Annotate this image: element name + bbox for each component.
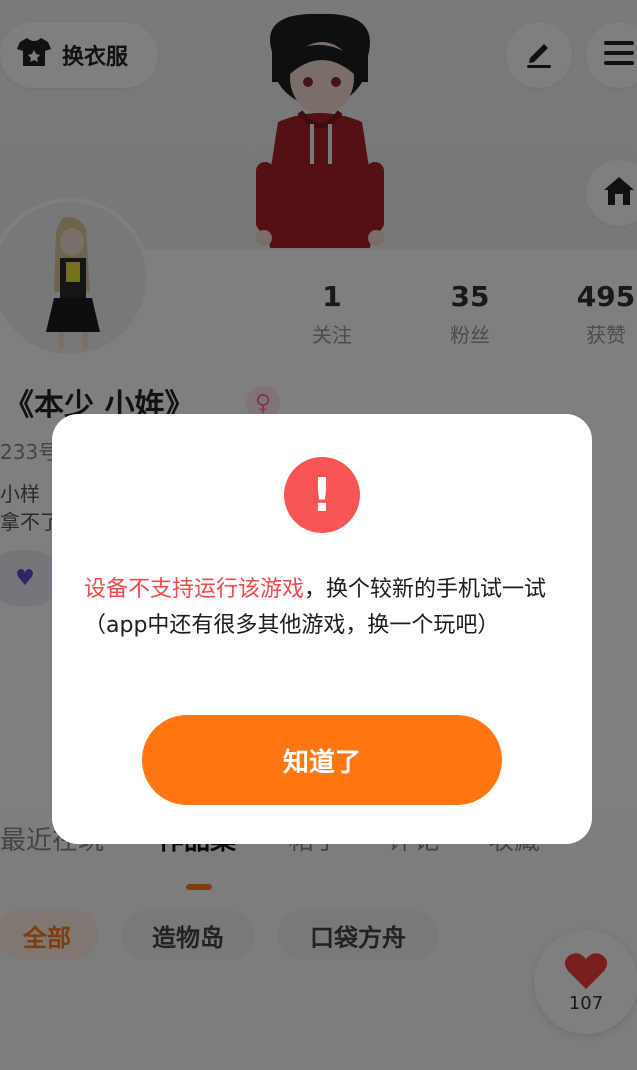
- dialog-message: 设备不支持运行该游戏，换个较新的手机试一试（app中还有很多其他游戏，换一个玩吧…: [84, 572, 564, 644]
- dialog-message-highlight: 设备不支持运行该游戏: [84, 577, 305, 602]
- alert-dialog: ! 设备不支持运行该游戏，换个较新的手机试一试（app中还有很多其他游戏，换一个…: [52, 414, 592, 844]
- exclamation-icon: !: [284, 457, 360, 533]
- got-it-button[interactable]: 知道了: [142, 715, 502, 805]
